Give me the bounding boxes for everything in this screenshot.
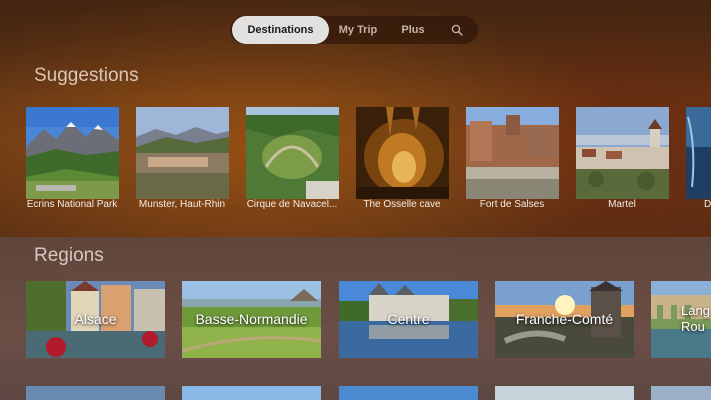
region-card-row2[interactable] <box>495 386 634 400</box>
region-card-basse-normandie[interactable]: Basse-Normandie <box>182 281 321 358</box>
suggestion-label: D <box>704 199 711 210</box>
suggestion-label: Martel <box>608 199 636 210</box>
region-card-partial[interactable]: Lang Rou <box>651 281 711 358</box>
region-card-row2[interactable] <box>651 386 711 400</box>
suggestion-label: Cirque de Navacel... <box>246 199 338 210</box>
suggestion-label: Écrins National Park <box>26 199 118 210</box>
tab-my-trip[interactable]: My Trip <box>333 16 383 44</box>
fort-de-salses-image <box>466 107 559 199</box>
tab-bar: Destinations My Trip Plus <box>230 16 478 44</box>
tab-search[interactable] <box>444 16 470 44</box>
suggestion-card-cirque-de-navacelles[interactable] <box>246 107 339 199</box>
region-card-row2[interactable] <box>339 386 478 400</box>
martel-image <box>576 107 669 199</box>
region-label: Franche-Comté <box>515 311 614 327</box>
region-label: Centre <box>387 311 430 327</box>
suggestion-label: Munster, Haut-Rhin <box>138 199 226 210</box>
region-label: Basse-Normandie <box>195 311 308 327</box>
cirque-image <box>246 107 339 199</box>
suggestion-card-fort-de-salses[interactable] <box>466 107 559 199</box>
osselle-cave-image <box>356 107 449 199</box>
region-card-franche-comte[interactable]: Franche-Comté <box>495 281 634 358</box>
suggestion-label: Fort de Salses <box>479 199 545 210</box>
section-title-regions: Regions <box>34 245 104 266</box>
suggestion-label: The Osselle cave <box>363 199 441 210</box>
search-icon <box>451 24 463 36</box>
region-card-row2[interactable] <box>26 386 165 400</box>
region-label: Lang Rou <box>681 303 710 334</box>
suggestion-card-partial[interactable] <box>686 107 711 199</box>
suggestion-card-ecrins[interactable] <box>26 107 119 199</box>
partial-image <box>686 107 711 199</box>
section-title-suggestions: Suggestions <box>34 65 139 86</box>
tab-destinations[interactable]: Destinations <box>232 16 329 44</box>
ecrins-image <box>26 107 119 199</box>
region-label: Alsace <box>74 311 117 327</box>
region-card-alsace[interactable]: Alsace <box>26 281 165 358</box>
suggestion-card-osselle-cave[interactable] <box>356 107 449 199</box>
region-card-centre[interactable]: Centre <box>339 281 478 358</box>
munster-image <box>136 107 229 199</box>
suggestion-card-munster[interactable] <box>136 107 229 199</box>
tab-plus[interactable]: Plus <box>395 16 431 44</box>
suggestion-card-martel[interactable] <box>576 107 669 199</box>
region-card-row2[interactable] <box>182 386 321 400</box>
